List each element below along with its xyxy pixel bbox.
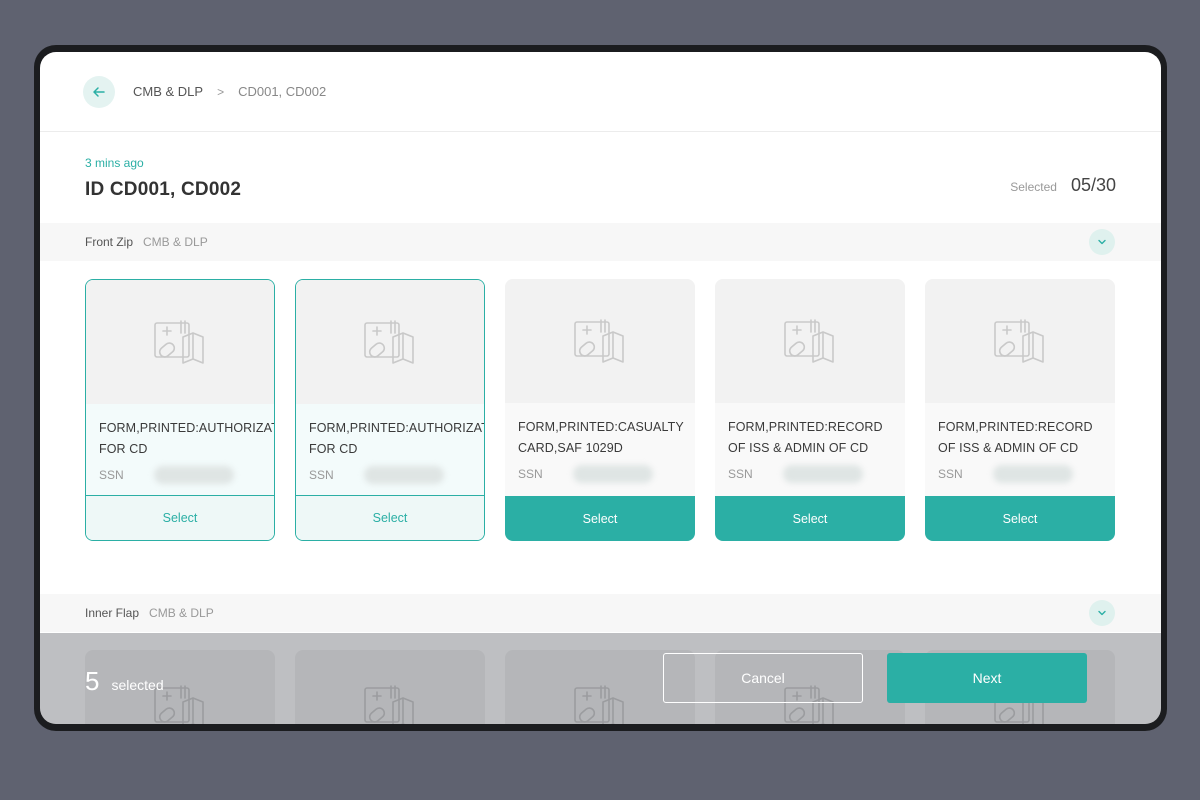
card-title: FORM,PRINTED:CASUALTY CARD,SAF 1029D <box>518 420 684 455</box>
card-title: FORM,PRINTED:AUTHORIZATION FOR CD <box>99 421 274 456</box>
back-button[interactable] <box>83 75 115 108</box>
card-info: FORM,PRINTED:CASUALTY CARD,SAF 1029D SSN <box>505 403 695 496</box>
ssn-redacted <box>572 465 653 483</box>
selection-label: selected <box>111 677 164 693</box>
breadcrumb-parent[interactable]: CMB & DLP <box>133 84 203 99</box>
section-sub: CMB & DLP <box>143 235 208 249</box>
document-card[interactable]: FORM,PRINTED:AUTHORIZATION FOR CD SSN Sele… <box>85 279 275 541</box>
card-thumbnail <box>86 280 274 404</box>
section-header-front-zip: Front Zip CMB & DLP <box>40 223 1161 261</box>
card-title: FORM,PRINTED:AUTHORIZATION FOR CD <box>309 421 484 456</box>
card-thumbnail <box>715 279 905 403</box>
select-button[interactable]: Select <box>925 496 1115 541</box>
section-name: Inner Flap <box>85 606 140 620</box>
document-placeholder-icon <box>994 319 1044 363</box>
expand-button[interactable] <box>1089 229 1115 255</box>
breadcrumb-separator: > <box>217 84 225 99</box>
document-card[interactable]: FORM,PRINTED:RECORD OF ISS & ADMIN OF CD… <box>715 279 905 541</box>
document-placeholder-icon <box>784 319 834 363</box>
timestamp: 3 mins ago <box>85 156 144 170</box>
selected-label: Selected <box>1010 180 1057 194</box>
section-sub: CMB & DLP <box>149 606 214 620</box>
select-button[interactable]: Select <box>505 496 695 541</box>
next-button[interactable]: Next <box>887 653 1087 703</box>
ssn-row: SSN <box>728 465 892 483</box>
ssn-label: SSN <box>309 468 334 482</box>
select-button[interactable]: Select <box>296 495 484 540</box>
document-card[interactable]: FORM,PRINTED:RECORD OF ISS & ADMIN OF CD… <box>925 279 1115 541</box>
card-title: FORM,PRINTED:RECORD OF ISS & ADMIN OF CD <box>728 420 883 455</box>
selection-count: 5 <box>85 666 100 696</box>
card-info: FORM,PRINTED:AUTHORIZATION FOR CD SSN <box>86 404 274 497</box>
card-info: FORM,PRINTED:AUTHORIZATION FOR CD SSN <box>296 404 484 497</box>
selection-summary: 5 selected <box>85 666 164 697</box>
document-card[interactable]: FORM,PRINTED:CASUALTY CARD,SAF 1029D SSN S… <box>505 279 695 541</box>
ssn-row: SSN <box>518 465 682 483</box>
page-title: ID CD001, CD002 <box>85 179 242 200</box>
expand-button[interactable] <box>1089 600 1115 626</box>
select-button[interactable]: Select <box>86 495 274 540</box>
ssn-label: SSN <box>99 468 124 482</box>
document-card[interactable]: FORM,PRINTED:AUTHORIZATION FOR CD SSN Sele… <box>295 279 485 541</box>
breadcrumb-current: CD001, CD002 <box>238 84 327 99</box>
top-bar: CMB & DLP > CD001, CD002 <box>40 52 1161 132</box>
document-placeholder-icon <box>154 320 204 364</box>
cancel-button[interactable]: Cancel <box>663 653 863 703</box>
ssn-row: SSN <box>309 466 471 484</box>
document-placeholder-icon <box>364 320 414 364</box>
card-info: FORM,PRINTED:RECORD OF ISS & ADMIN OF CD… <box>715 403 905 496</box>
card-info: FORM,PRINTED:RECORD OF ISS & ADMIN OF CD… <box>925 403 1115 496</box>
ssn-redacted <box>363 466 444 484</box>
ssn-row: SSN <box>938 465 1102 483</box>
card-list: FORM,PRINTED:AUTHORIZATION FOR CD SSN Sele… <box>85 279 1115 541</box>
tablet-frame: CMB & DLP > CD001, CD002 3 mins ago ID C… <box>34 45 1167 731</box>
ssn-label: SSN <box>728 467 753 481</box>
ssn-row: SSN <box>99 466 261 484</box>
ssn-label: SSN <box>938 467 963 481</box>
select-button[interactable]: Select <box>715 496 905 541</box>
ssn-label: SSN <box>518 467 543 481</box>
card-thumbnail <box>296 280 484 404</box>
selected-indicator: Selected 05/30 <box>1010 175 1116 196</box>
card-title: FORM,PRINTED:RECORD OF ISS & ADMIN OF CD <box>938 420 1093 455</box>
screen: CMB & DLP > CD001, CD002 3 mins ago ID C… <box>40 52 1161 724</box>
card-thumbnail <box>505 279 695 403</box>
arrow-left-icon <box>93 86 105 97</box>
selected-count: 05/30 <box>1070 175 1116 195</box>
chevron-down-icon <box>1098 239 1106 245</box>
card-thumbnail <box>925 279 1115 403</box>
section-name: Front Zip <box>85 235 134 249</box>
ssn-redacted <box>992 465 1073 483</box>
document-placeholder-icon <box>574 319 624 363</box>
ssn-redacted <box>153 466 234 484</box>
chevron-down-icon <box>1098 610 1106 616</box>
section-header-inner-flap: Inner Flap CMB & DLP <box>40 594 1161 632</box>
ssn-redacted <box>782 465 863 483</box>
